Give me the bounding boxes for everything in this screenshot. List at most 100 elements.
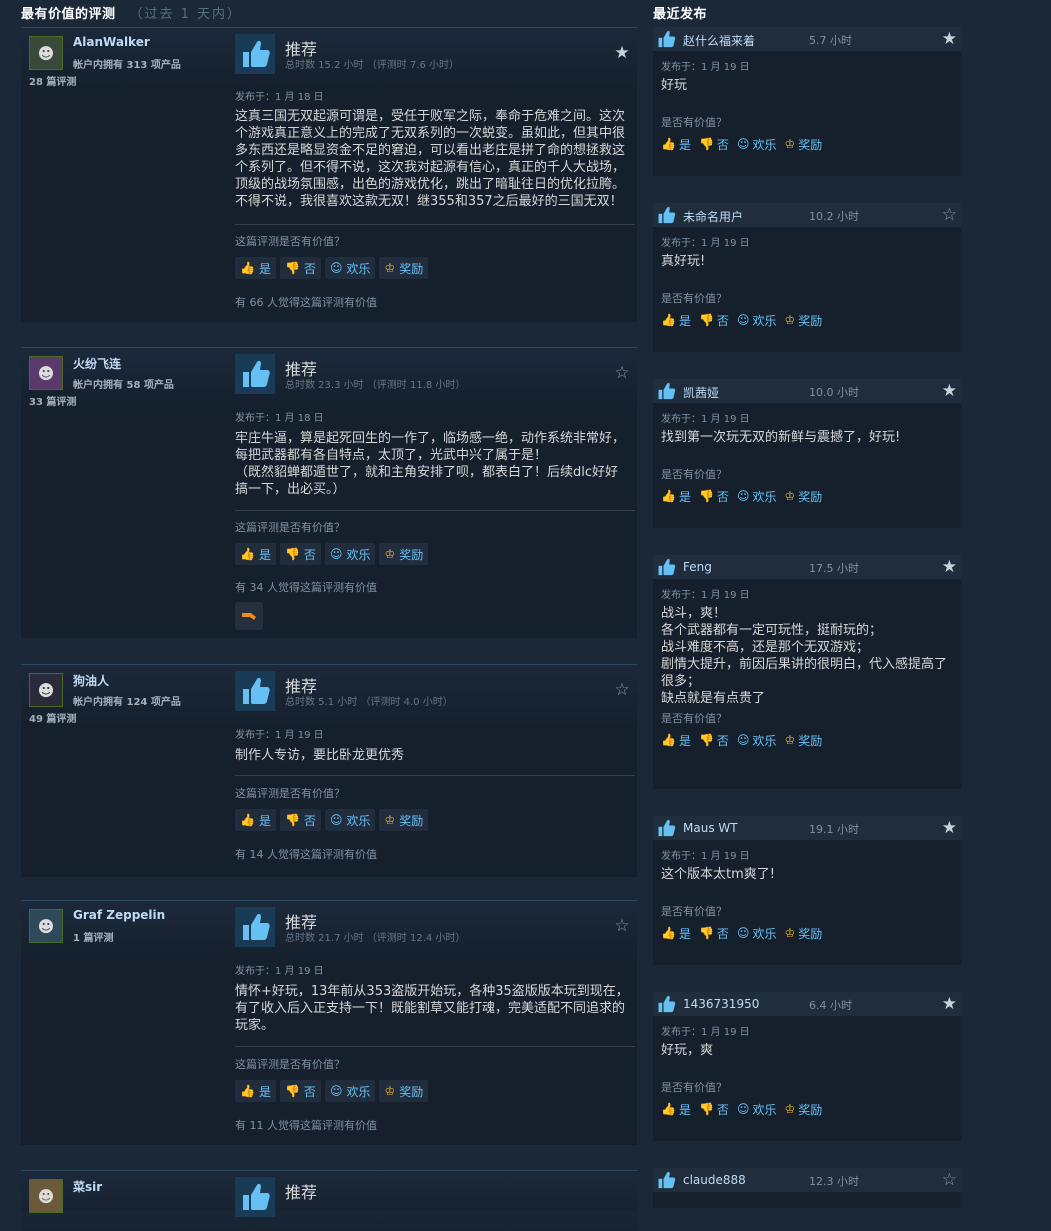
helpful-no-button[interactable]: 👎 否	[279, 257, 321, 279]
helpful-yes-button[interactable]: 👍 是	[235, 257, 276, 279]
avatar[interactable]: ☻	[29, 36, 63, 70]
funny-label: 欢乐	[346, 813, 371, 828]
award-button[interactable]: ♔ 奖励	[379, 1080, 429, 1102]
star-icon[interactable]: ★	[942, 994, 957, 1014]
helpful-yes-button[interactable]: 👍 是	[661, 1098, 691, 1120]
thumbs-down-icon: 👎	[284, 261, 300, 275]
star-icon[interactable]: ★	[942, 29, 957, 49]
award-button[interactable]: ♔ 奖励	[379, 257, 429, 279]
helpful-no-button[interactable]: 👎 否	[699, 922, 729, 944]
helpful-yes-button[interactable]: 👍 是	[661, 922, 691, 944]
posted-date: 发布于：1 月 18 日	[235, 413, 324, 424]
no-label: 否	[716, 137, 729, 152]
thumbs-up-icon	[655, 994, 677, 1014]
recent-author-name[interactable]: 未命名用户	[683, 208, 743, 225]
thumbs-up-icon: 👍	[661, 926, 676, 940]
award-button[interactable]: ♔ 奖励	[784, 922, 822, 944]
funny-button[interactable]: ☺ 欢乐	[737, 309, 777, 331]
helpful-no-button[interactable]: 👎 否	[699, 133, 729, 155]
most-helpful-range: （过去 1 天内）	[129, 7, 243, 22]
award-label: 奖励	[798, 733, 823, 748]
helpful-yes-button[interactable]: 👍 是	[661, 485, 691, 507]
vote-buttons: 👍 是 👎 否 ☺ 欢乐 ♔ 奖励	[235, 257, 429, 279]
playtime: 总时数 15.2 小时 （评测时 7.6 小时）	[285, 60, 460, 71]
award-button[interactable]: ♔ 奖励	[784, 729, 822, 751]
playtime: 总时数 5.1 小时 （评测时 4.0 小时）	[285, 697, 453, 708]
thumbs-up-icon	[655, 29, 677, 49]
helpful-no-button[interactable]: 👎 否	[279, 1080, 321, 1102]
yes-label: 是	[678, 926, 691, 941]
author-review-count[interactable]: 49 篇评测	[29, 710, 76, 725]
helpful-no-button[interactable]: 👎 否	[279, 543, 321, 565]
recent-author-name[interactable]: Feng	[683, 560, 712, 574]
helpful-count: 有 34 人觉得这篇评测有价值	[235, 581, 377, 594]
funny-button[interactable]: ☺ 欢乐	[737, 133, 777, 155]
award-button[interactable]: ♔ 奖励	[379, 543, 429, 565]
author-review-count[interactable]: 28 篇评测	[29, 73, 76, 88]
helpful-no-button[interactable]: 👎 否	[279, 809, 321, 831]
helpful-count: 有 14 人觉得这篇评测有价值	[235, 848, 377, 861]
funny-button[interactable]: ☺ 欢乐	[737, 729, 777, 751]
author-name[interactable]: 狗油人	[73, 672, 109, 689]
helpful-yes-button[interactable]: 👍 是	[661, 729, 691, 751]
helpful-no-button[interactable]: 👎 否	[699, 485, 729, 507]
award-button[interactable]: ♔ 奖励	[784, 485, 822, 507]
star-icon[interactable]: ★	[613, 44, 631, 62]
star-icon[interactable]: ☆	[942, 205, 957, 225]
vote-title[interactable]: 推荐	[285, 1179, 317, 1203]
recent-author-name[interactable]: Maus WT	[683, 821, 738, 835]
star-icon[interactable]: ★	[942, 818, 957, 838]
author-name[interactable]: 火纷飞连	[73, 355, 121, 372]
recent-author-name[interactable]: 赵什么福来着	[683, 32, 755, 49]
helpful-yes-button[interactable]: 👍 是	[661, 133, 691, 155]
funny-label: 欢乐	[346, 547, 371, 562]
author-review-count[interactable]: 33 篇评测	[29, 393, 76, 408]
star-icon[interactable]: ★	[942, 557, 957, 577]
recent-author-name[interactable]: 凯茜娅	[683, 384, 719, 401]
avatar[interactable]: ☻	[29, 909, 63, 943]
star-icon[interactable]: ☆	[613, 681, 631, 699]
helpful-yes-button[interactable]: 👍 是	[235, 809, 276, 831]
author-name[interactable]: Graf Zeppelin	[73, 908, 165, 922]
award-badge-icon	[242, 613, 256, 620]
helpful-yes-button[interactable]: 👍 是	[235, 543, 276, 565]
avatar[interactable]: ☻	[29, 356, 63, 390]
star-icon[interactable]: ☆	[613, 917, 631, 935]
recent-author-name[interactable]: 1436731950	[683, 997, 759, 1011]
award-icon: ♔	[384, 547, 396, 561]
funny-button[interactable]: ☺ 欢乐	[324, 257, 376, 279]
recent-review-text: 好玩，爽	[661, 1043, 714, 1058]
helpful-count: 有 11 人觉得这篇评测有价值	[235, 1119, 377, 1132]
funny-button[interactable]: ☺ 欢乐	[737, 485, 777, 507]
recent-review-text: 这个版本太tm爽了!	[661, 867, 775, 882]
star-icon[interactable]: ☆	[942, 1170, 957, 1190]
author-review-count[interactable]: 1 篇评测	[73, 929, 113, 944]
recent-author-name[interactable]: claude888	[683, 1173, 746, 1187]
funny-button[interactable]: ☺ 欢乐	[324, 1080, 376, 1102]
funny-button[interactable]: ☺ 欢乐	[324, 809, 376, 831]
helpful-no-button[interactable]: 👎 否	[699, 729, 729, 751]
helpful-yes-button[interactable]: 👍 是	[661, 309, 691, 331]
smile-icon: ☺	[736, 1102, 750, 1116]
award-badge[interactable]	[235, 602, 263, 630]
helpful-yes-button[interactable]: 👍 是	[235, 1080, 276, 1102]
funny-button[interactable]: ☺ 欢乐	[737, 1098, 777, 1120]
author-name[interactable]: AlanWalker	[73, 35, 150, 49]
funny-button[interactable]: ☺ 欢乐	[324, 543, 376, 565]
helpful-no-button[interactable]: 👎 否	[699, 1098, 729, 1120]
recent-review-header: Maus WT 19.1 小时 ★	[653, 816, 961, 840]
recent-playtime: 10.2 小时	[809, 210, 859, 223]
helpful-no-button[interactable]: 👎 否	[699, 309, 729, 331]
avatar[interactable]: ☻	[29, 1179, 63, 1213]
star-icon[interactable]: ★	[942, 381, 957, 401]
yes-label: 是	[258, 813, 271, 828]
funny-button[interactable]: ☺ 欢乐	[737, 922, 777, 944]
award-button[interactable]: ♔ 奖励	[784, 309, 822, 331]
award-button[interactable]: ♔ 奖励	[784, 133, 822, 155]
award-button[interactable]: ♔ 奖励	[784, 1098, 822, 1120]
yes-label: 是	[678, 733, 691, 748]
star-icon[interactable]: ☆	[613, 364, 631, 382]
award-button[interactable]: ♔ 奖励	[379, 809, 429, 831]
avatar[interactable]: ☻	[29, 673, 63, 707]
divider	[235, 775, 635, 776]
